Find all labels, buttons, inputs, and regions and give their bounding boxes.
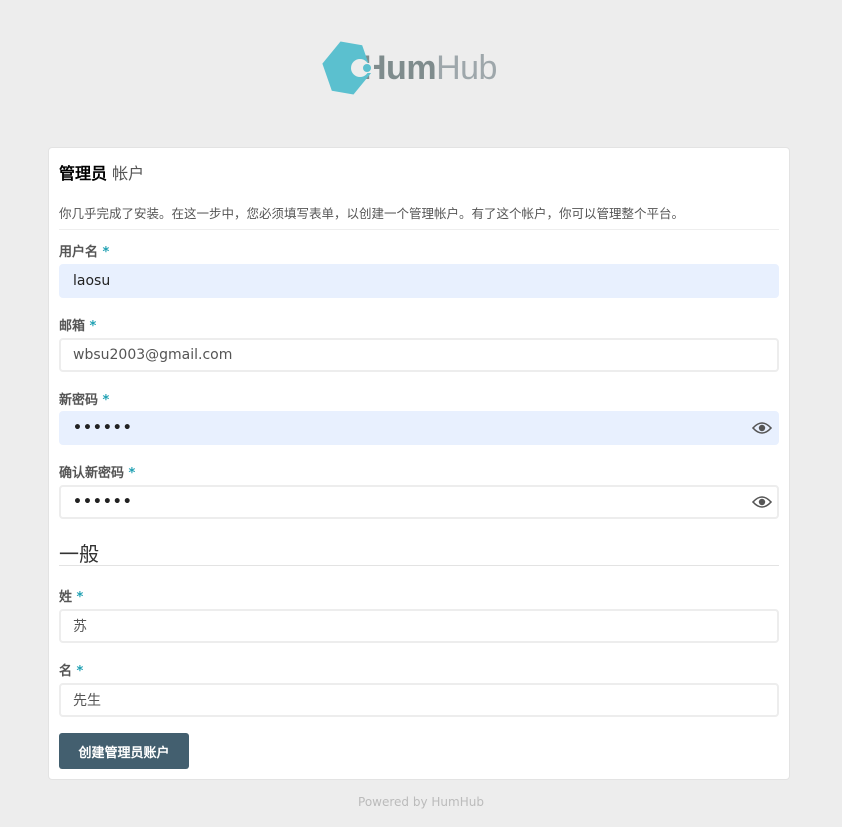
- lastname-label: 姓 *: [59, 586, 83, 605]
- password-input[interactable]: ••••••: [59, 411, 779, 445]
- password-label-text: 新密码: [59, 393, 99, 408]
- username-label-text: 用户名: [59, 245, 99, 260]
- required-marker: *: [102, 245, 110, 260]
- panel-title: 管理员 帐户: [59, 160, 144, 184]
- panel-title-strong: 管理员: [59, 164, 108, 183]
- firstname-label-text: 名: [59, 664, 73, 679]
- email-label: 邮箱 *: [59, 315, 96, 334]
- required-marker: *: [76, 590, 84, 605]
- lastname-input[interactable]: 苏: [59, 609, 779, 643]
- divider: [59, 565, 779, 566]
- required-marker: *: [102, 393, 110, 408]
- general-section-title: 一般: [59, 542, 99, 566]
- required-marker: *: [89, 319, 97, 334]
- password-label: 新密码 *: [59, 389, 109, 408]
- confirm-password-label-text: 确认新密码: [59, 466, 125, 481]
- required-marker: *: [76, 664, 84, 679]
- password-value: ••••••: [73, 420, 133, 436]
- firstname-value: 先生: [73, 693, 101, 709]
- confirm-password-value: ••••••: [73, 494, 133, 510]
- username-label: 用户名 *: [59, 241, 109, 260]
- powered-by-footer[interactable]: Powered by HumHub: [0, 795, 842, 809]
- username-value: laosu: [73, 273, 111, 289]
- humhub-logo: HumHub: [320, 40, 520, 96]
- eye-icon[interactable]: [751, 417, 773, 439]
- confirm-password-input[interactable]: ••••••: [59, 485, 779, 519]
- email-input[interactable]: wbsu2003@gmail.com: [59, 338, 779, 372]
- username-input[interactable]: laosu: [59, 264, 779, 298]
- create-admin-account-button[interactable]: 创建管理员账户: [59, 733, 189, 769]
- humhub-logo-text: HumHub: [362, 51, 497, 85]
- divider: [59, 229, 779, 230]
- required-marker: *: [128, 466, 136, 481]
- humhub-logo-mark: [320, 41, 374, 95]
- email-value: wbsu2003@gmail.com: [73, 347, 233, 363]
- eye-icon[interactable]: [751, 491, 773, 513]
- firstname-input[interactable]: 先生: [59, 683, 779, 717]
- panel-title-rest: 帐户: [112, 164, 145, 183]
- firstname-label: 名 *: [59, 660, 83, 679]
- logo-text-hub: Hub: [436, 49, 497, 87]
- lastname-label-text: 姓: [59, 590, 73, 605]
- lastname-value: 苏: [73, 619, 87, 635]
- admin-account-panel: 管理员 帐户 你几乎完成了安装。在这一步中，您必须填写表单，以创建一个管理帐户。…: [48, 147, 790, 780]
- confirm-password-label: 确认新密码 *: [59, 462, 135, 481]
- email-label-text: 邮箱: [59, 319, 86, 334]
- intro-text: 你几乎完成了安装。在这一步中，您必须填写表单，以创建一个管理帐户。有了这个帐户，…: [59, 206, 685, 221]
